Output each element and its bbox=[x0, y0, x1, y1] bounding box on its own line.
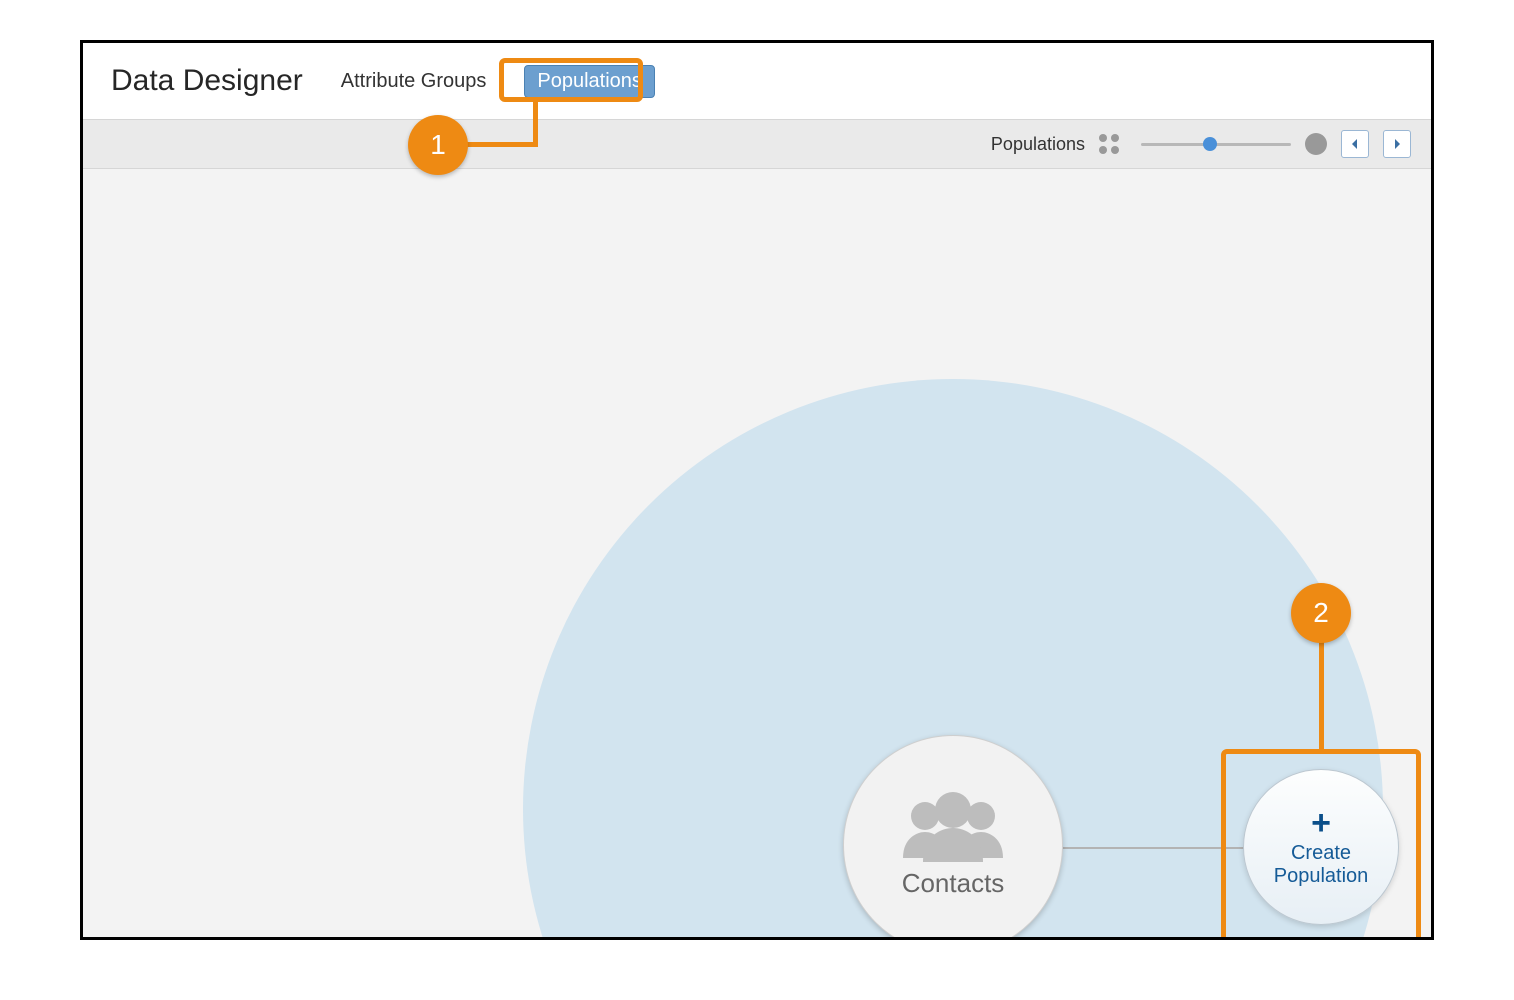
toolbar: Populations bbox=[83, 119, 1431, 169]
nav-prev-button[interactable] bbox=[1341, 130, 1369, 158]
tab-populations[interactable]: Populations bbox=[524, 65, 655, 98]
callout-2-connector bbox=[1319, 639, 1324, 751]
canvas[interactable]: Contacts + Create Population 2 bbox=[83, 169, 1431, 937]
app-frame: Data Designer Attribute Groups Populatio… bbox=[80, 40, 1434, 940]
callout-1-connector-h bbox=[463, 142, 535, 147]
callout-1-badge: 1 bbox=[408, 115, 468, 175]
tab-attribute-groups[interactable]: Attribute Groups bbox=[331, 66, 497, 97]
node-connector bbox=[1063, 847, 1253, 849]
create-population-label: Create Population bbox=[1274, 842, 1369, 888]
view-grid-icon[interactable] bbox=[1099, 134, 1127, 154]
callout-2-badge: 2 bbox=[1291, 583, 1351, 643]
people-icon bbox=[893, 792, 1013, 862]
zoom-max-icon bbox=[1305, 133, 1327, 155]
callout-1-connector-v bbox=[533, 102, 538, 147]
create-population-button[interactable]: + Create Population bbox=[1243, 769, 1399, 925]
callout-1-number: 1 bbox=[430, 129, 446, 161]
zoom-slider[interactable] bbox=[1141, 134, 1291, 154]
toolbar-label: Populations bbox=[991, 134, 1085, 155]
page-title: Data Designer bbox=[111, 64, 303, 98]
callout-2-number: 2 bbox=[1313, 597, 1329, 629]
contacts-label: Contacts bbox=[902, 868, 1005, 899]
nav-next-button[interactable] bbox=[1383, 130, 1411, 158]
zoom-slider-thumb[interactable] bbox=[1203, 137, 1217, 151]
chevron-right-icon bbox=[1393, 139, 1401, 149]
header: Data Designer Attribute Groups Populatio… bbox=[83, 43, 1431, 119]
create-population-line1: Create bbox=[1291, 842, 1351, 864]
chevron-left-icon bbox=[1351, 139, 1359, 149]
create-population-line2: Population bbox=[1274, 865, 1369, 887]
plus-icon: + bbox=[1311, 806, 1331, 840]
